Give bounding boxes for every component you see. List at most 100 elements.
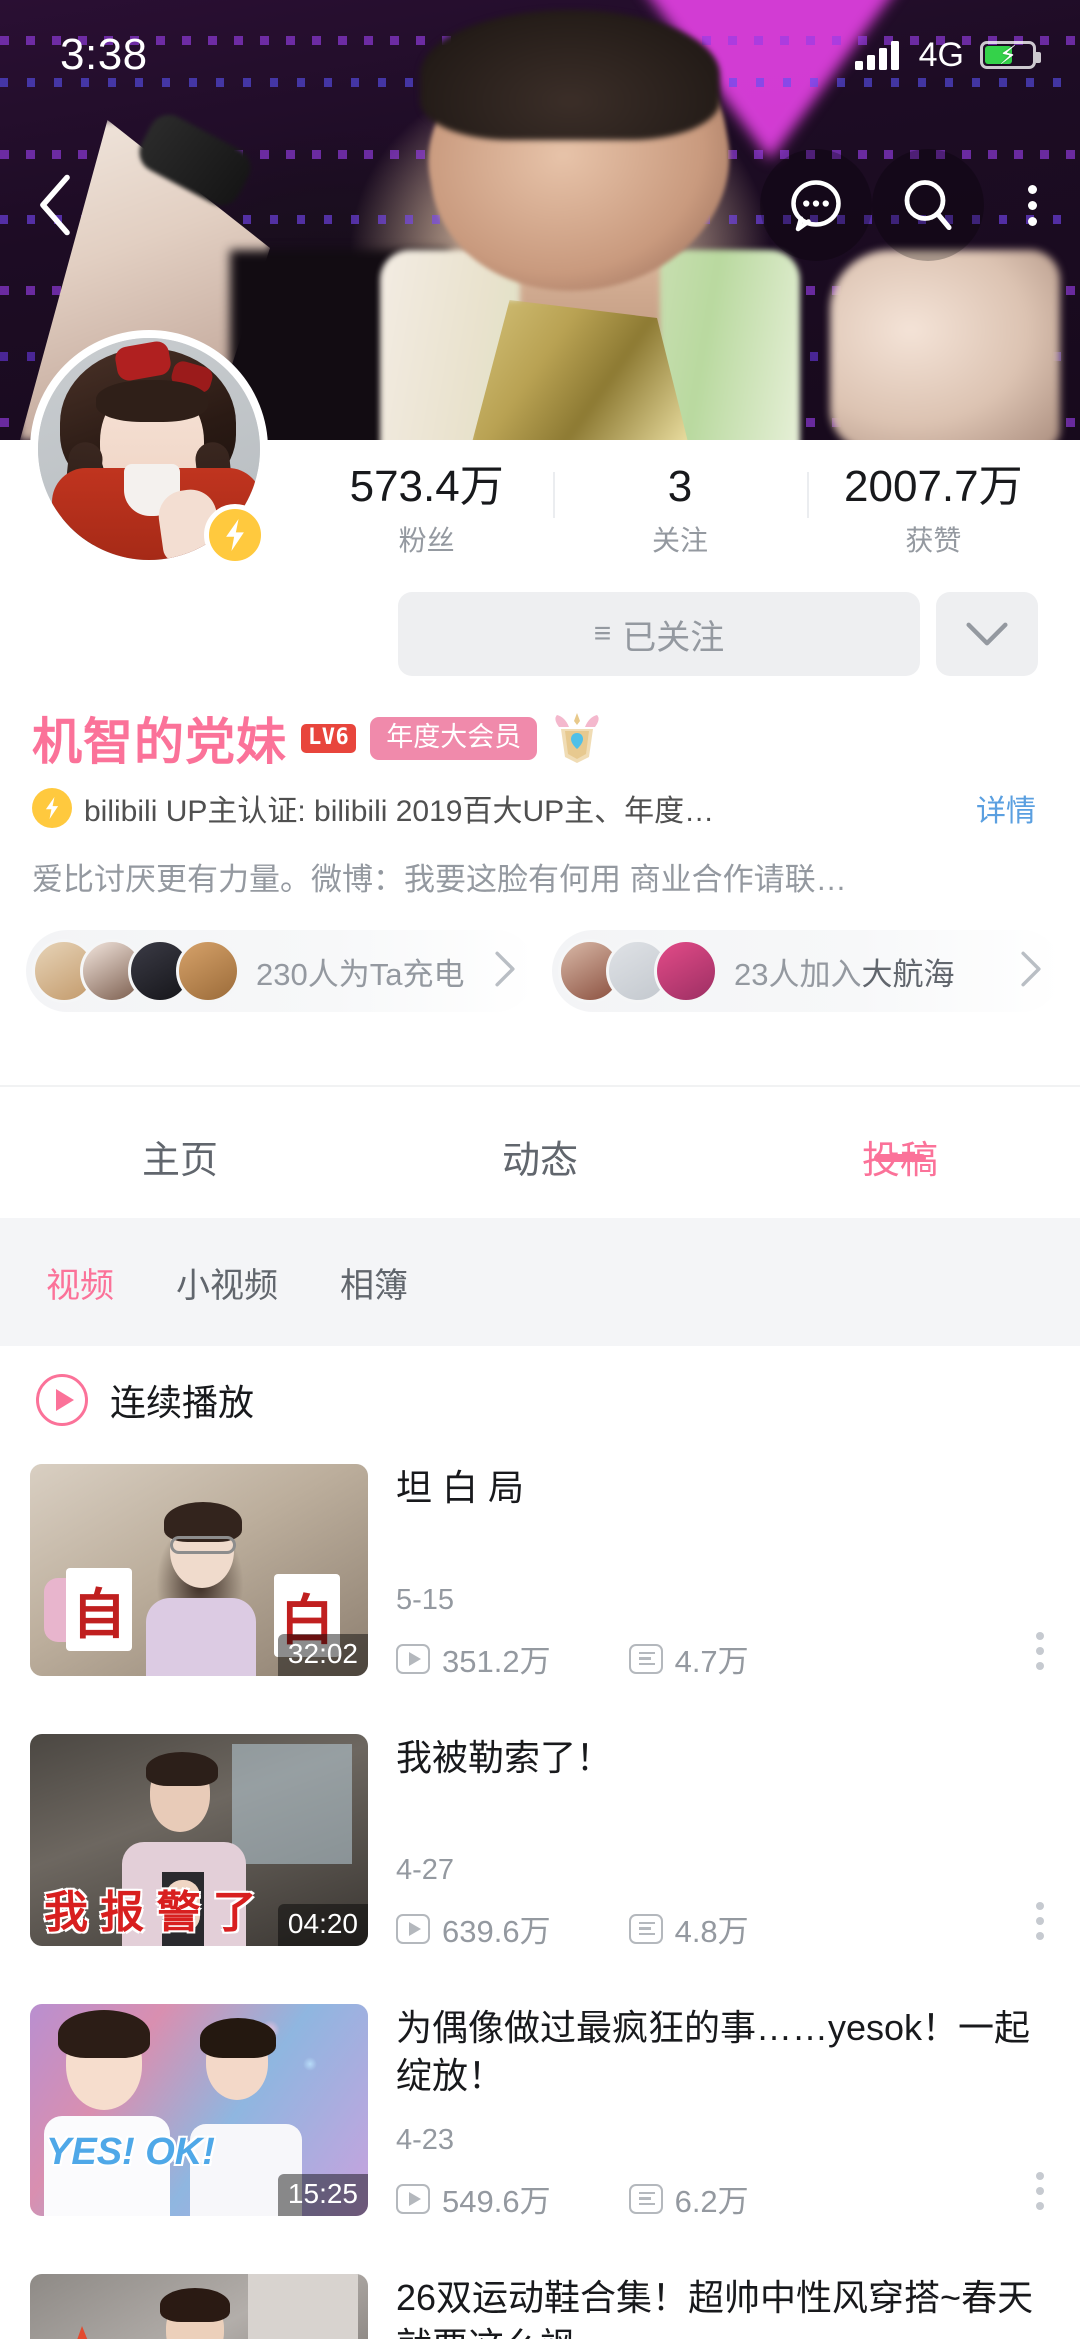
tab-dynamic[interactable]: 动态: [360, 1087, 720, 1184]
video-list-item[interactable]: Nice! 26双运动鞋合集！超帅中性风穿搭~春天就要这么飒: [0, 2264, 1080, 2339]
chevron-left-icon: [40, 174, 70, 236]
followed-button-label: 已关注: [622, 618, 725, 657]
fan-medal-icon[interactable]: [551, 711, 603, 765]
video-danmaku-value: 4.8万: [674, 1914, 749, 1949]
verification-row: bilibili UP主认证: bilibili 2019百大UP主、年度… 详…: [32, 786, 1052, 830]
stat-following[interactable]: 3 关注: [553, 462, 806, 559]
tab-home[interactable]: 主页: [0, 1087, 360, 1184]
video-more-button[interactable]: [1036, 1902, 1044, 1940]
video-title[interactable]: 为偶像做过最疯狂的事……yesok！一起绽放！: [396, 2004, 1050, 2099]
lightning-badge-icon: [204, 504, 266, 566]
subtab-short-video[interactable]: 小视频: [176, 1258, 278, 1307]
status-bar: 3:38 4G ⚡: [0, 0, 1080, 110]
video-meta: 351.2万 4.7万: [396, 1636, 749, 1681]
message-button[interactable]: [760, 149, 872, 261]
chevron-right-icon: [1020, 950, 1042, 993]
video-title[interactable]: 坦 白 局: [396, 1464, 1050, 1512]
video-danmaku: 6.2万: [628, 2176, 749, 2221]
stat-likes[interactable]: 2007.7万 获赞: [806, 462, 1060, 559]
video-meta: 549.6万 6.2万: [396, 2176, 749, 2221]
danmaku-count-icon: [628, 1643, 663, 1674]
username[interactable]: 机智的党妹: [32, 702, 287, 774]
vip-badge[interactable]: 年度大会员: [370, 716, 538, 760]
video-info: 26双运动鞋合集！超帅中性风穿搭~春天就要这么飒: [368, 2274, 1050, 2339]
more-options-button[interactable]: [984, 149, 1080, 261]
video-thumbnail[interactable]: 我 报 警 了 04:20: [30, 1734, 368, 1946]
video-list-item[interactable]: 我 报 警 了 04:20 我被勒索了！ 4-27 639.6万 4.8万: [0, 1724, 1080, 1994]
status-clock: 3:38: [60, 30, 148, 79]
follow-dropdown-button[interactable]: [936, 592, 1038, 676]
video-list-section: 连续播放 自 白 32:02 坦 白 局 5-15 351.2万 4.7万 我 …: [0, 1346, 1080, 2339]
video-views-value: 549.6万: [442, 2184, 551, 2219]
stat-followers[interactable]: 573.4万 粉丝: [300, 462, 553, 559]
level-badge: LV6: [301, 723, 357, 753]
stat-value: 3: [667, 462, 693, 511]
video-views: 351.2万: [396, 1636, 551, 1681]
danmaku-count-icon: [628, 1913, 663, 1944]
video-more-button[interactable]: [1036, 1632, 1044, 1670]
play-all-row[interactable]: 连续播放: [0, 1346, 1080, 1454]
video-danmaku-value: 4.7万: [674, 1644, 749, 1679]
username-row: 机智的党妹 LV6 年度大会员: [32, 702, 603, 774]
back-button[interactable]: [0, 150, 110, 260]
network-type-label: 4G: [918, 35, 964, 74]
video-date: 4-23: [396, 2124, 455, 2156]
video-thumbnail[interactable]: YES! OK! 15:25: [30, 2004, 368, 2216]
chevron-down-icon: [966, 622, 1008, 646]
video-list-item[interactable]: YES! OK! 15:25 为偶像做过最疯狂的事……yesok！一起绽放！ 4…: [0, 1994, 1080, 2264]
video-info: 坦 白 局 5-15 351.2万 4.7万: [368, 1464, 1050, 1724]
profile-stats: 573.4万 粉丝 3 关注 2007.7万 获赞: [300, 462, 1060, 559]
play-count-icon: [396, 2183, 430, 2214]
followed-button[interactable]: ≡ 已关注: [398, 592, 920, 676]
play-count-icon: [396, 1913, 430, 1944]
video-views: 639.6万: [396, 1906, 551, 1951]
video-danmaku: 4.7万: [628, 1636, 749, 1681]
sail-entry-label: 23人加入大航海: [734, 956, 955, 992]
thumbnail-overlay-text: 我 报 警 了: [44, 1888, 257, 1937]
play-all-label: 连续播放: [110, 1382, 255, 1423]
video-views-value: 639.6万: [442, 1914, 551, 1949]
video-more-button[interactable]: [1036, 2172, 1044, 2210]
tab-submissions[interactable]: 投稿: [720, 1087, 1080, 1184]
stat-value: 2007.7万: [844, 462, 1023, 511]
profile-actions: ≡ 已关注: [398, 592, 1038, 676]
video-danmaku: 4.8万: [628, 1906, 749, 1951]
stat-label: 粉丝: [398, 525, 455, 557]
chevron-right-icon: [494, 950, 516, 993]
charge-entry-label: 230人为Ta充电: [256, 956, 465, 992]
video-thumbnail[interactable]: Nice!: [30, 2274, 368, 2339]
video-thumbnail[interactable]: 自 白 32:02: [30, 1464, 368, 1676]
signal-bars-icon: [854, 40, 899, 70]
search-icon: [904, 180, 952, 231]
video-date: 5-15: [396, 1584, 455, 1616]
danmaku-count-icon: [628, 2183, 663, 2214]
sail-avatars: [558, 939, 718, 1003]
subtab-album[interactable]: 相簿: [340, 1258, 408, 1307]
video-meta: 639.6万 4.8万: [396, 1906, 749, 1951]
banner-figure-arm-right: [830, 250, 1060, 440]
sail-entry[interactable]: 23人加入大航海: [552, 930, 1062, 1012]
stat-label: 获赞: [905, 525, 962, 557]
sub-tabs: 视频 小视频 相簿: [0, 1218, 1080, 1346]
search-button[interactable]: [872, 149, 984, 261]
verification-detail-link[interactable]: 详情: [976, 786, 1036, 830]
video-duration: 04:20: [277, 1904, 368, 1946]
avatar-container[interactable]: [30, 330, 268, 568]
subtab-video[interactable]: 视频: [46, 1258, 114, 1307]
video-info: 为偶像做过最疯狂的事……yesok！一起绽放！ 4-23 549.6万 6.2万: [368, 2004, 1050, 2264]
video-title[interactable]: 26双运动鞋合集！超帅中性风穿搭~春天就要这么飒: [396, 2274, 1050, 2339]
lightning-verified-icon: [32, 788, 72, 828]
video-info: 我被勒索了！ 4-27 639.6万 4.8万: [368, 1734, 1050, 1994]
video-title[interactable]: 我被勒索了！: [396, 1734, 1050, 1782]
video-list-item[interactable]: 自 白 32:02 坦 白 局 5-15 351.2万 4.7万: [0, 1454, 1080, 1724]
charge-entry[interactable]: 230人为Ta充电: [26, 930, 536, 1012]
verification-text: bilibili UP主认证: bilibili 2019百大UP主、年度…: [84, 795, 715, 828]
top-navigation-bar: [0, 140, 1080, 270]
video-duration: 32:02: [277, 1634, 368, 1676]
play-circle-icon: [36, 1374, 88, 1426]
profile-entries: 230人为Ta充电 23人加入大航海: [26, 930, 1062, 1012]
profile-bio[interactable]: 爱比讨厌更有力量。微博：我要这脸有何用 商业合作请联…: [32, 854, 1054, 899]
battery-charging-icon: ⚡: [980, 41, 1041, 69]
message-bubble-icon: [791, 180, 841, 232]
hamburger-icon: ≡: [593, 617, 611, 650]
